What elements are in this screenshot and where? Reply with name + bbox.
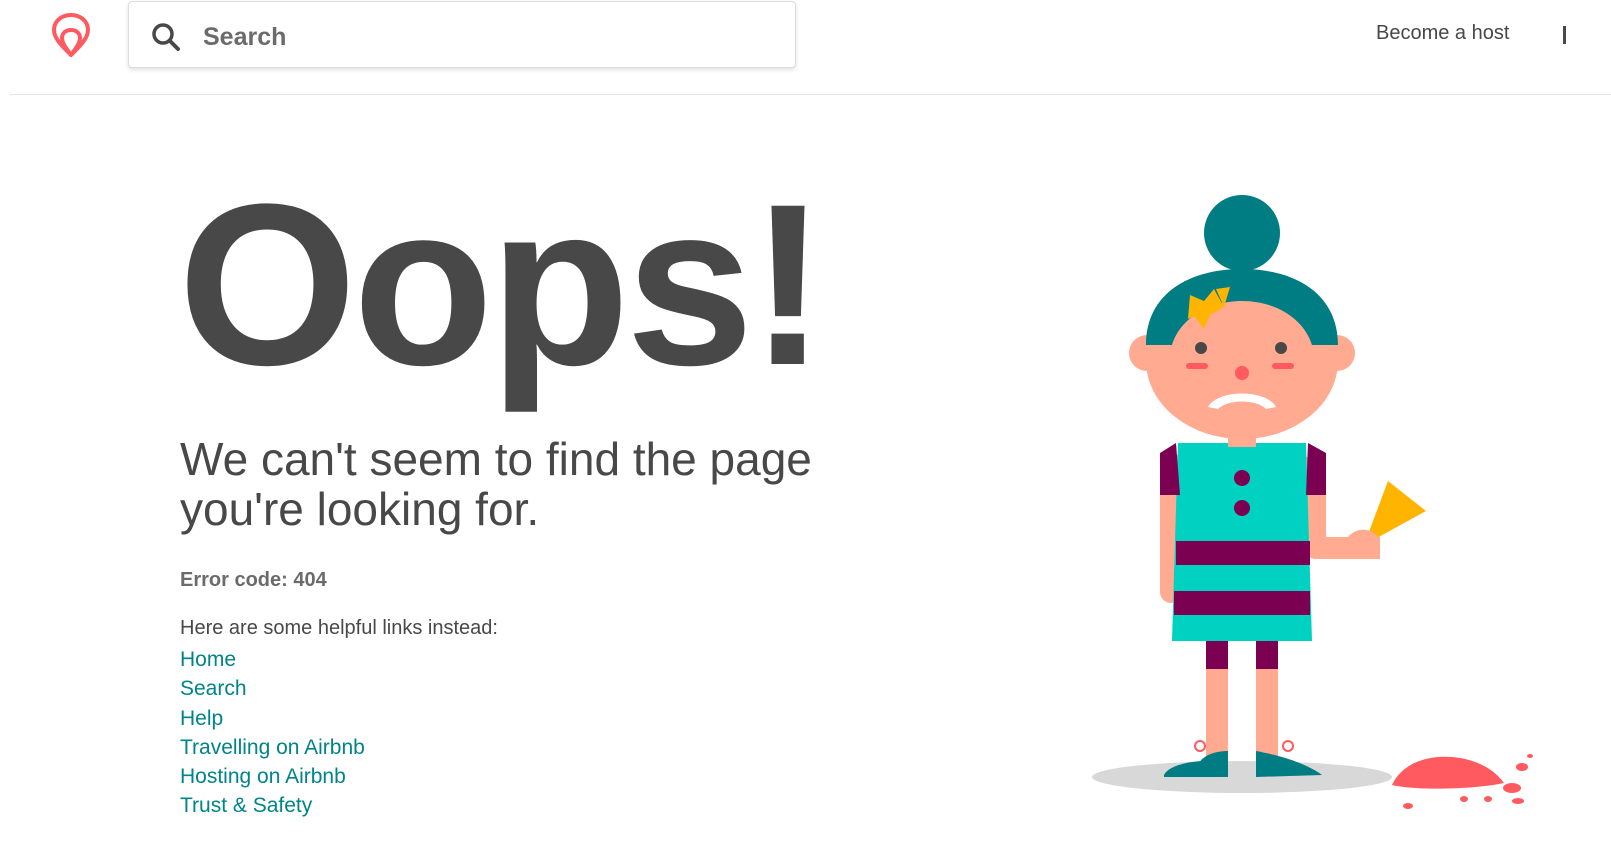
error-subtitle: We can't seem to find the page you're lo… [180,434,940,534]
list-item: Help [180,704,365,733]
list-item: Trust & Safety [180,791,365,820]
subtitle-line-1: We can't seem to find the page [180,433,812,485]
list-item: Search [180,674,365,703]
page-title: Oops! [178,156,826,413]
link-help[interactable]: Help [180,707,223,730]
list-item: Hosting on Airbnb [180,762,365,791]
error-code: Error code: 404 [180,569,327,591]
search-icon [151,22,181,52]
list-item: Travelling on Airbnb [180,733,365,762]
link-home[interactable]: Home [180,648,236,671]
become-host-link[interactable]: Become a host [1376,22,1509,45]
ground-shadow [1092,761,1392,793]
helpful-links-intro: Here are some helpful links instead: [180,617,498,639]
melted-ice-cream-splat [1392,754,1533,809]
link-hosting[interactable]: Hosting on Airbnb [180,765,346,788]
subtitle-line-2: you're looking for. [180,483,540,535]
helpful-links-list: Home Search Help Travelling on Airbnb Ho… [180,645,365,821]
header-menu-edge [1563,26,1566,44]
search-input[interactable] [201,16,765,58]
error-page: Become a host Oops! We can't seem to fin… [0,0,1611,841]
airbnb-logo-icon[interactable] [48,11,94,59]
link-search[interactable]: Search [180,677,247,700]
sad-girl-illustration [1080,185,1540,825]
list-item: Home [180,645,365,674]
search-bar[interactable] [128,1,796,68]
link-travelling[interactable]: Travelling on Airbnb [180,736,365,759]
site-header: Become a host [10,0,1611,95]
link-trust-safety[interactable]: Trust & Safety [180,794,312,817]
